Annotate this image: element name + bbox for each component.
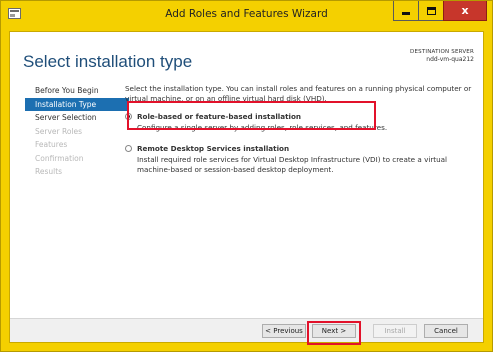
option-highlight-box [127, 101, 376, 130]
nav-item-server-roles: Server Roles [35, 126, 83, 136]
nav-item-results: Results [35, 167, 63, 176]
remote-desktop-description: Install required role services for Virtu… [137, 155, 448, 174]
destination-server-name: ndd-vm-qua212 [426, 56, 474, 63]
nav-item-installation-type[interactable]: Installation Type [25, 97, 129, 111]
page-title: Select installation type [23, 52, 193, 71]
maximize-button[interactable] [418, 1, 444, 21]
remote-desktop-radio[interactable] [125, 145, 132, 152]
wizard-nav: Before You Begin Installation Type Serve… [25, 84, 129, 179]
previous-button[interactable]: < Previous [262, 324, 306, 338]
option-remote-desktop[interactable]: Remote Desktop Services installation Ins… [125, 144, 475, 178]
window-controls: x [393, 1, 487, 21]
minimize-button[interactable] [393, 1, 419, 21]
next-button-highlight-box [307, 321, 361, 345]
destination-server-label: DESTINATION SERVER [410, 49, 474, 55]
nav-item-server-selection[interactable]: Server Selection [25, 111, 129, 124]
nav-item-confirmation: Confirmation [35, 153, 84, 163]
install-button: Install [373, 324, 417, 338]
title-bar[interactable]: Add Roles and Features Wizard x [1, 1, 492, 31]
remote-desktop-title: Remote Desktop Services installation [137, 144, 290, 153]
maximize-icon [426, 6, 436, 15]
wizard-window: Add Roles and Features Wizard x Select i… [0, 0, 493, 352]
wizard-footer: < Previous Next > Install Cancel [10, 318, 483, 342]
minimize-icon [402, 12, 410, 15]
page-background [0, 352, 493, 361]
cancel-button[interactable]: Cancel [424, 324, 468, 338]
close-button[interactable]: x [443, 1, 487, 21]
close-icon: x [461, 4, 469, 17]
nav-item-features: Features [35, 140, 68, 149]
nav-item-before-you-begin[interactable]: Before You Begin [25, 84, 129, 97]
wizard-client-area: Select installation type DESTINATION SER… [9, 31, 484, 345]
